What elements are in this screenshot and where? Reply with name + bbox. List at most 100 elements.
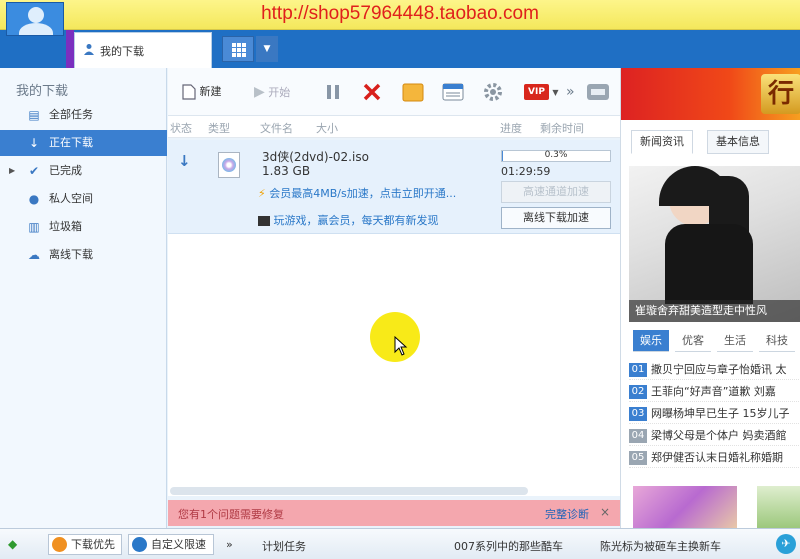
col-status[interactable]: 状态 [170, 120, 192, 136]
news-thumbnail[interactable] [633, 486, 737, 528]
play-icon: ▶ [254, 84, 265, 100]
list-item[interactable]: 03 网曝杨坤早已生子 15岁儿子 [629, 404, 800, 424]
game-promo-link[interactable]: 玩游戏，赢会员，每天都有新发现 [258, 212, 439, 228]
column-header: 状态 类型 文件名 大小 进度 剩余时间 [168, 116, 620, 138]
download-priority-label: 下载优先 [71, 538, 115, 551]
vip-icon: VIP [524, 84, 549, 100]
progress-text: 0.3% [544, 150, 568, 160]
photo-caption: 崔璇舍弃甜美造型走中性风 [629, 300, 800, 322]
settings-button[interactable] [482, 80, 504, 104]
tab-youke[interactable]: 优客 [675, 330, 711, 352]
tab-news[interactable]: 新闻资讯 [631, 130, 693, 154]
document-icon: ▤ [28, 108, 40, 122]
col-remaining[interactable]: 剩余时间 [540, 120, 584, 136]
minimize-panel-button[interactable] [586, 80, 610, 104]
new-task-button[interactable]: 新建 [182, 80, 222, 104]
status-bar: ◆ 下载优先 自定义限速 » 计划任务 007系列中的那些酷车 陈光标为被砸车主… [0, 528, 800, 559]
news-thumbnail[interactable] [757, 486, 800, 528]
delete-button[interactable] [362, 80, 382, 104]
sidebar-item-downloading[interactable]: ↓ 正在下载 [0, 130, 167, 156]
custom-limit-label: 自定义限速 [151, 538, 206, 551]
task-filename: 3d侠(2dvd)-02.iso [262, 150, 369, 164]
vip-promo-link[interactable]: ⚡ 会员最高4MB/s加速，点击立即开通... [258, 185, 456, 201]
limit-icon [132, 537, 147, 552]
table-row[interactable]: ↓ 3d侠(2dvd)-02.iso 1.83 GB ⚡ 会员最高4MB/s加速… [168, 140, 620, 234]
tab-tech[interactable]: 科技 [759, 330, 795, 352]
vip-promo-text: 会员最高4MB/s加速，点击立即开通... [269, 187, 457, 200]
news-title: 撒贝宁回应与章子怡婚讯 太 [651, 363, 787, 376]
sidebar-item-label: 私人空间 [49, 192, 93, 205]
lightning-icon: ⚡ [258, 187, 266, 200]
full-diagnosis-link[interactable]: 完整诊断 [545, 506, 589, 522]
ad-banner-char: 行 [761, 74, 800, 114]
app-grid-button[interactable] [222, 36, 254, 62]
news-number: 02 [629, 385, 647, 399]
tab-my-downloads[interactable]: 我的下载 [74, 32, 212, 68]
list-window-icon [442, 83, 464, 101]
plan-task-link[interactable]: 计划任务 [262, 538, 306, 554]
chevron-down-icon[interactable]: ▼ [552, 88, 558, 97]
news-number: 04 [629, 429, 647, 443]
more-icon[interactable]: » [566, 80, 575, 104]
news-title: 王菲向“好声音”道歉 刘嘉 [651, 385, 776, 398]
downloading-status-icon: ↓ [178, 152, 191, 170]
news-number: 05 [629, 451, 647, 465]
list-item[interactable]: 04 梁博父母是个体户 妈卖酒館 [629, 426, 800, 446]
ad-banner[interactable]: 行 [621, 68, 800, 120]
toolbar: 新建 ▶ 开始 VIP ▼ » [168, 68, 620, 116]
list-item[interactable]: 02 王菲向“好声音”道歉 刘嘉 [629, 382, 800, 402]
news-ticker-2[interactable]: 陈光标为被砸车主换新车 [600, 538, 721, 554]
pause-icon [327, 85, 339, 99]
user-download-icon [83, 43, 95, 55]
app-logo-icon[interactable]: ✈ [776, 534, 796, 554]
custom-limit-button[interactable]: 自定义限速 [128, 534, 214, 555]
checkmark-icon: ✔ [28, 164, 40, 178]
news-photo[interactable]: 崔璇舍弃甜美造型走中性风 [629, 166, 800, 322]
folder-icon [402, 83, 424, 102]
problem-text: 您有1个问题需要修复 [178, 508, 284, 521]
high-speed-button[interactable]: 高速通道加速 [501, 181, 611, 203]
news-ticker-1[interactable]: 007系列中的那些酷车 [454, 538, 563, 554]
delete-x-icon [363, 83, 381, 101]
start-button[interactable]: ▶ 开始 [254, 80, 290, 104]
col-size[interactable]: 大小 [316, 120, 338, 136]
tab-entertainment[interactable]: 娱乐 [633, 330, 669, 352]
sidebar-item-label: 离线下载 [49, 248, 93, 261]
user-avatar[interactable] [6, 2, 64, 36]
sidebar-item-trash[interactable]: ▥ 垃圾箱 [0, 214, 167, 240]
sidebar-item-all-tasks[interactable]: ▤ 全部任务 [0, 102, 167, 128]
col-progress[interactable]: 进度 [500, 120, 522, 136]
close-icon[interactable]: × [600, 505, 610, 519]
news-number: 01 [629, 363, 647, 377]
sidebar: 我的下载 ▤ 全部任务 ↓ 正在下载 ▶ ✔ 已完成 ● 私人空间 ▥ 垃圾箱 … [0, 68, 167, 528]
problem-notice-bar: 您有1个问题需要修复 完整诊断 × [168, 500, 620, 526]
tab-life[interactable]: 生活 [717, 330, 753, 352]
sidebar-item-offline[interactable]: ☁ 离线下载 [0, 242, 167, 268]
download-priority-button[interactable]: 下载优先 [48, 534, 122, 555]
tab-basic-info[interactable]: 基本信息 [707, 130, 769, 154]
list-item[interactable]: 01 撒贝宁回应与章子怡婚讯 太 [629, 360, 800, 380]
sidebar-item-completed[interactable]: ▶ ✔ 已完成 [0, 158, 167, 184]
open-folder-button[interactable] [402, 80, 424, 104]
mouse-cursor-icon [394, 336, 408, 356]
chevron-down-icon[interactable]: ▼ [256, 36, 278, 62]
news-title: 郑伊健否认末日婚礼称婚期 [651, 451, 783, 464]
expand-arrow-icon[interactable]: ▶ [9, 158, 15, 184]
progress-bar: 0.3% [501, 150, 611, 162]
download-arrow-icon: ↓ [28, 136, 40, 150]
sidebar-item-private-space[interactable]: ● 私人空间 [0, 186, 167, 212]
horizontal-scrollbar[interactable] [170, 487, 528, 495]
more-icon[interactable]: » [226, 538, 233, 551]
pause-button[interactable] [324, 80, 342, 104]
sidebar-item-label: 垃圾箱 [49, 220, 82, 233]
news-panel: 行 新闻资讯 基本信息 崔璇舍弃甜美造型走中性风 娱乐 优客 生活 科技 01 撒… [620, 68, 800, 528]
list-item[interactable]: 05 郑伊健否认末日婚礼称婚期 [629, 448, 800, 468]
vip-button[interactable]: VIP ▼ [524, 80, 559, 104]
task-list-button[interactable] [442, 80, 464, 104]
col-filename[interactable]: 文件名 [260, 120, 293, 136]
remaining-time: 01:29:59 [501, 165, 551, 178]
col-type[interactable]: 类型 [208, 120, 230, 136]
offline-accel-button[interactable]: 离线下载加速 [501, 207, 611, 229]
sidebar-item-label: 全部任务 [49, 108, 93, 121]
cloud-download-icon: ☁ [28, 248, 40, 262]
